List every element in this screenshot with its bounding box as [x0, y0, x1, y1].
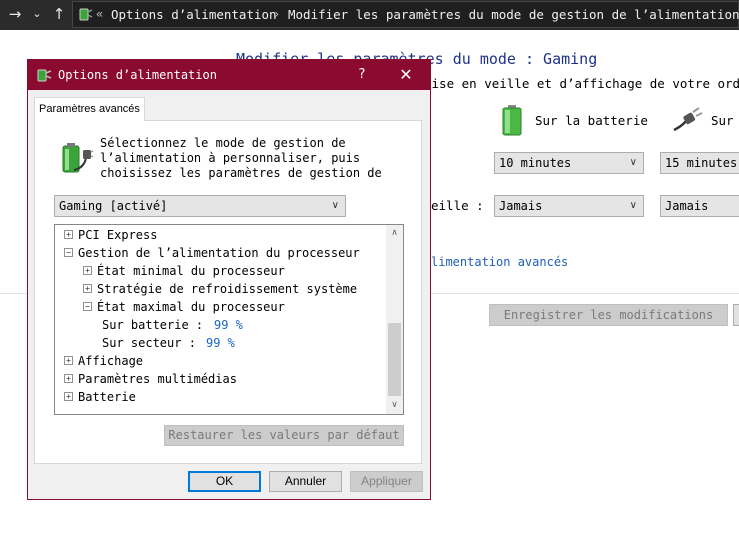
advanced-settings-link[interactable]: limentation avancés [431, 255, 568, 269]
tree-item-label: Affichage [78, 354, 144, 368]
page-subtitle: mise en veille et d’affichage de votre o… [424, 76, 739, 91]
display-off-plugged-value: 15 minutes [665, 156, 738, 170]
battery-icon [502, 105, 522, 136]
tree-item-label: État maximal du processeur [97, 300, 285, 314]
apply-button[interactable]: Appliquer [350, 471, 423, 492]
expand-icon[interactable]: + [64, 230, 73, 239]
address-bar[interactable]: « Options d’alimentation › Modifier les … [72, 1, 739, 28]
advanced-settings-panel: Sélectionnez le mode de gestion de l’ali… [34, 120, 422, 464]
tree-item-label: PCI Express [78, 228, 158, 242]
power-options-icon [79, 8, 93, 21]
help-button[interactable]: ? [350, 64, 374, 86]
scroll-up-icon[interactable]: ∧ [386, 225, 403, 242]
power-plan-icon [62, 143, 94, 173]
tree-item-label: Stratégie de refroidissement système [97, 282, 358, 296]
close-button[interactable]: ✕ [394, 64, 418, 86]
plug-icon [673, 107, 703, 132]
display-off-plugged-select[interactable]: 15 minutes [660, 152, 739, 174]
description-line: Sélectionnez le mode de gestion de [100, 136, 346, 150]
setting-value[interactable]: 99 % [206, 334, 235, 352]
plan-description: Sélectionnez le mode de gestion de l’ali… [100, 136, 400, 181]
tab-advanced-settings[interactable]: Paramètres avancés [34, 97, 145, 121]
breadcrumb-separator[interactable]: › [273, 7, 280, 21]
cancel-button-partial[interactable] [733, 304, 739, 326]
save-changes-button[interactable]: Enregistrer les modifications [489, 304, 728, 326]
tree-item-label: État minimal du processeur [97, 264, 285, 278]
display-off-battery-select[interactable]: 10 minutes ∨ [494, 152, 644, 174]
vertical-scrollbar[interactable]: ∧ ∨ [386, 225, 403, 414]
up-arrow-icon[interactable]: ↑ [50, 4, 68, 24]
description-line: l’alimentation à personnaliser, puis [100, 151, 361, 165]
power-plan-value: Gaming [activé] [59, 199, 168, 213]
breadcrumb-power-options[interactable]: Options d’alimentation [111, 7, 277, 22]
collapse-icon[interactable]: − [64, 248, 73, 257]
power-plan-select[interactable]: Gaming [activé] ∨ [54, 195, 346, 217]
dialog-title: Options d’alimentation [58, 68, 217, 82]
scroll-down-icon[interactable]: ∨ [386, 397, 403, 414]
power-options-icon [37, 69, 52, 82]
expand-icon[interactable]: + [64, 356, 73, 365]
expand-icon[interactable]: + [83, 284, 92, 293]
chevron-down-icon: ∨ [629, 157, 637, 168]
sleep-plugged-value: Jamais [665, 199, 709, 213]
restore-defaults-button[interactable]: Restaurer les valeurs par défaut [164, 425, 404, 446]
cancel-button[interactable]: Annuler [269, 471, 342, 492]
recent-locations-chevron-icon[interactable]: ⌄ [28, 4, 46, 24]
tree-item-label: Gestion de l’alimentation du processeur [78, 246, 360, 260]
expand-icon[interactable]: + [83, 266, 92, 275]
settings-tree[interactable]: + PCI Express − Gestion de l’alimentatio… [54, 224, 404, 415]
sleep-plugged-select[interactable]: Jamais [660, 195, 739, 217]
explorer-address-bar-area: → ⌄ ↑ « Options d’alimentation › Modifie… [0, 0, 739, 30]
description-line: choisissez les paramètres de gestion de [100, 166, 382, 180]
setting-label: Sur secteur : [102, 336, 196, 350]
collapse-icon[interactable]: − [83, 302, 92, 311]
expand-icon[interactable]: + [64, 374, 73, 383]
back-arrow-icon[interactable]: → [6, 4, 24, 24]
sleep-battery-value: Jamais [499, 199, 543, 213]
power-options-dialog: Options d’alimentation ? ✕ Paramètres av… [27, 59, 431, 500]
setting-label: Sur batterie : [102, 318, 204, 332]
expand-icon[interactable]: + [64, 392, 73, 401]
scroll-thumb[interactable] [388, 323, 401, 396]
tree-item-label: Batterie [78, 390, 136, 404]
setting-value[interactable]: 99 % [214, 316, 243, 334]
chevron-down-icon: ∨ [629, 200, 637, 211]
battery-column-label: Sur la batterie [535, 113, 648, 128]
plugged-column-label: Sur [711, 113, 734, 128]
tree-item-label: Paramètres multimédias [78, 372, 237, 386]
display-off-battery-value: 10 minutes [499, 156, 572, 170]
breadcrumb-overflow[interactable]: « [96, 7, 103, 21]
sleep-label: eille : [431, 198, 484, 213]
breadcrumb-edit-plan[interactable]: Modifier les paramètres du mode de gesti… [288, 7, 739, 22]
chevron-down-icon: ∨ [331, 200, 339, 211]
ok-button[interactable]: OK [188, 471, 261, 492]
dialog-titlebar[interactable]: Options d’alimentation ? ✕ [28, 60, 430, 90]
sleep-battery-select[interactable]: Jamais ∨ [494, 195, 644, 217]
